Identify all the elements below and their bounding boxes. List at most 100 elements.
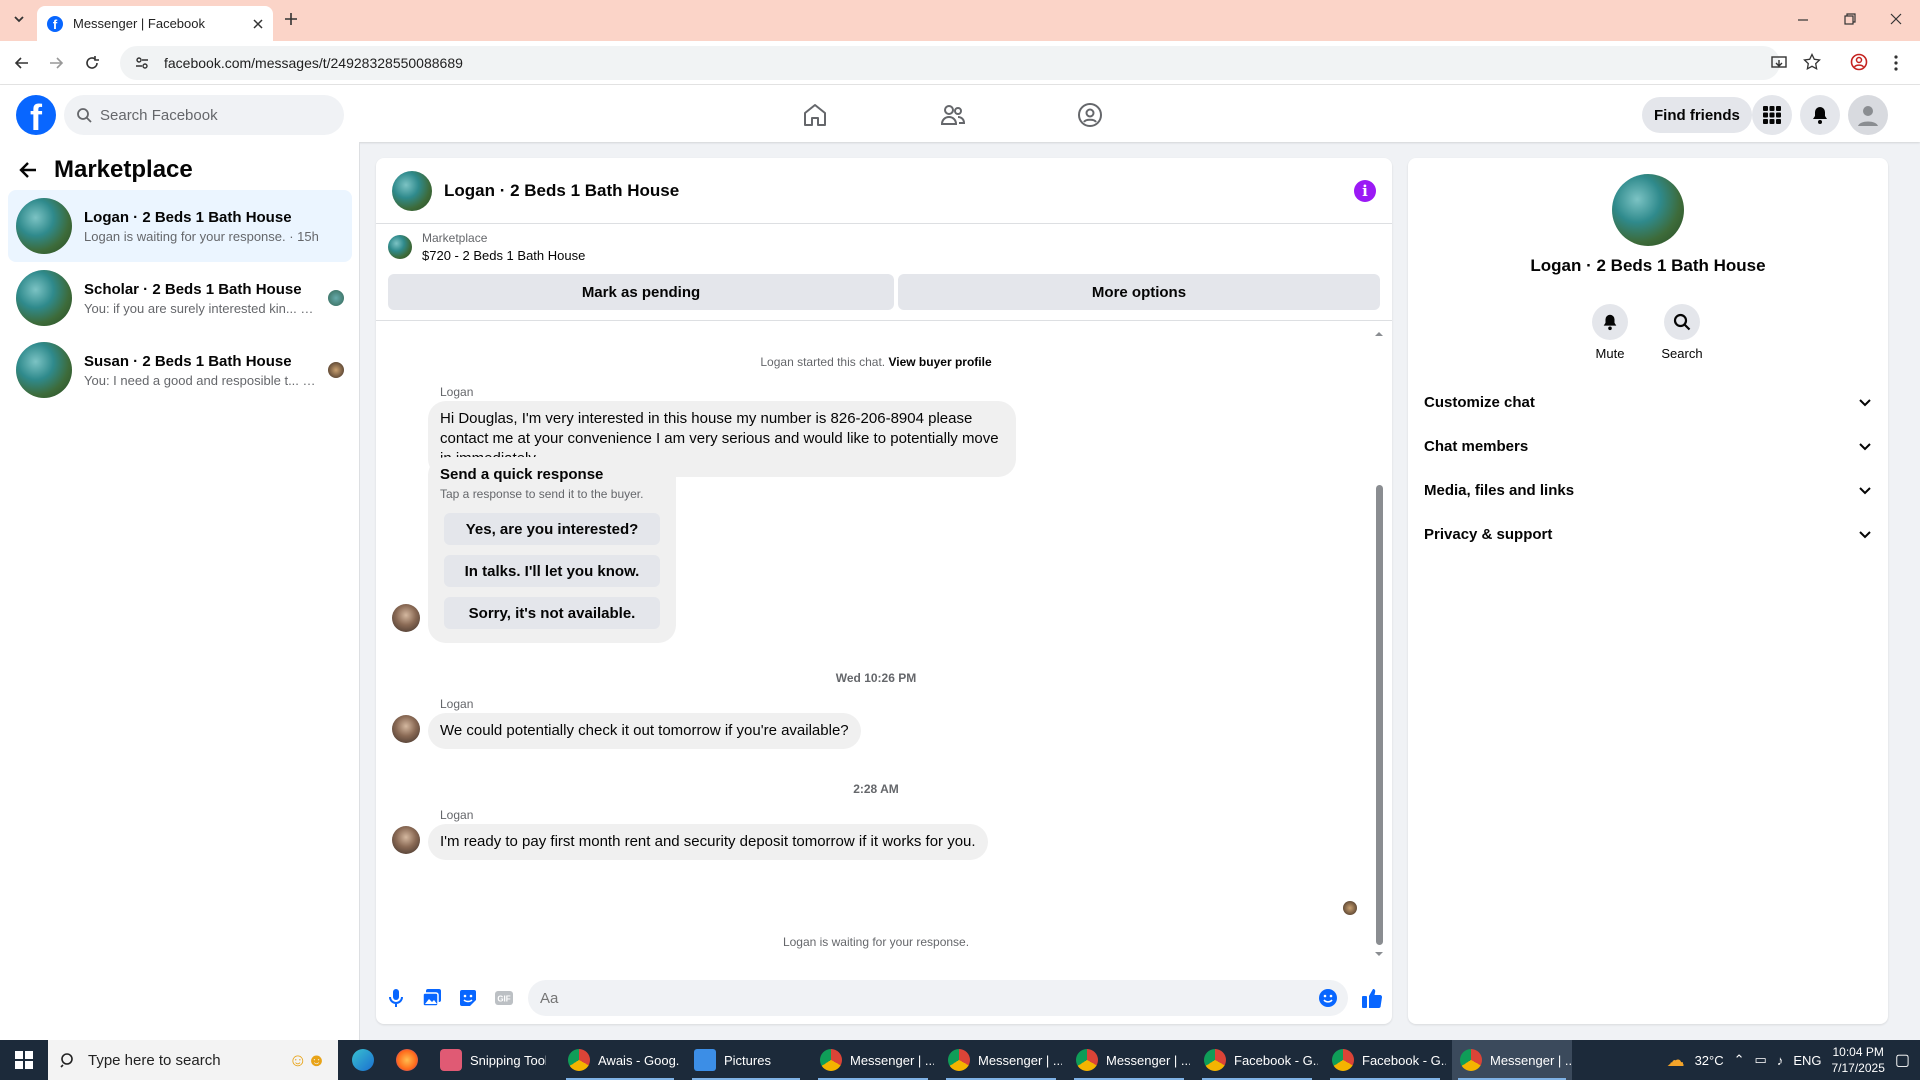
view-buyer-profile-link[interactable]: View buyer profile — [888, 355, 991, 369]
network-icon[interactable]: ▭ — [1755, 1052, 1767, 1068]
microphone-icon[interactable] — [384, 986, 408, 1010]
search-icon — [1664, 304, 1700, 340]
scrollbar-thumb[interactable] — [1376, 485, 1383, 945]
groups-icon[interactable] — [1070, 95, 1110, 135]
message-input[interactable] — [528, 980, 1348, 1016]
weather-icon[interactable]: ☁ — [1667, 1050, 1685, 1071]
quick-response-option[interactable]: In talks. I'll let you know. — [444, 555, 660, 587]
listing-summary[interactable]: Marketplace $720 - 2 Beds 1 Bath House — [388, 231, 585, 263]
notifications-icon[interactable]: ▢ — [1895, 1050, 1910, 1070]
facebook-search[interactable]: Search Facebook — [64, 95, 344, 135]
sender-avatar[interactable] — [392, 604, 420, 632]
forward-icon[interactable] — [48, 55, 64, 71]
edge-icon[interactable] — [344, 1040, 378, 1080]
chat-avatar[interactable] — [392, 170, 432, 211]
taskbar-app-chrome[interactable]: Messenger | ... — [940, 1040, 1062, 1080]
friends-icon[interactable] — [933, 95, 973, 135]
contact-avatar[interactable] — [1612, 174, 1684, 246]
profile-icon[interactable] — [1850, 53, 1868, 71]
quick-response-title: Send a quick response — [440, 466, 604, 483]
temperature[interactable]: 32°C — [1695, 1053, 1724, 1068]
mute-button[interactable]: Mute — [1580, 304, 1640, 361]
find-friends-button[interactable]: Find friends — [1642, 97, 1752, 133]
tab-list-chevron-icon[interactable] — [12, 12, 26, 26]
notifications-bell-icon[interactable] — [1800, 95, 1840, 135]
waiting-note: Logan is waiting for your response. — [782, 935, 970, 949]
search-button[interactable]: Search — [1652, 304, 1712, 361]
sender-avatar[interactable] — [392, 826, 420, 854]
taskbar-app-snipping-tool[interactable]: Snipping Tool — [432, 1040, 546, 1080]
listing-price: $720 - 2 Beds 1 Bath House — [422, 248, 586, 263]
taskbar-app-chrome[interactable]: Messenger | ... — [1068, 1040, 1190, 1080]
new-tab-icon[interactable] — [284, 12, 298, 26]
section-label: Chat members — [1424, 437, 1529, 455]
taskbar-app-chrome[interactable]: Facebook - G... — [1324, 1040, 1446, 1080]
more-options-button[interactable]: More options — [898, 274, 1380, 310]
quick-response-option[interactable]: Sorry, it's not available. — [444, 597, 660, 629]
message-scrollbar[interactable] — [1374, 329, 1384, 959]
message-bubble: We could potentially check it out tomorr… — [428, 713, 861, 749]
customize-chat-section[interactable]: Customize chat — [1424, 380, 1872, 424]
search-placeholder: Search Facebook — [100, 106, 218, 124]
conversation-item[interactable]: Susan · 2 Beds 1 Bath House You: I need … — [8, 334, 352, 406]
reload-icon[interactable] — [84, 55, 100, 71]
back-arrow-icon[interactable] — [18, 160, 38, 180]
install-app-icon[interactable] — [1770, 54, 1788, 72]
privacy-support-section[interactable]: Privacy & support — [1424, 512, 1872, 556]
taskbar-app-chrome-active[interactable]: Messenger | ... — [1452, 1040, 1572, 1080]
sticker-icon[interactable] — [456, 986, 480, 1010]
marketplace-sidebar: Marketplace Logan · 2 Beds 1 Bath House … — [0, 142, 360, 1040]
taskbar-app-label: Facebook - G... — [1362, 1052, 1446, 1068]
search-label: Search — [1661, 346, 1703, 361]
sender-avatar[interactable] — [392, 715, 420, 743]
chat-title[interactable]: Logan · 2 Beds 1 Bath House — [444, 181, 1342, 201]
thumbs-up-icon[interactable] — [1360, 986, 1384, 1010]
restore-icon[interactable] — [1844, 13, 1856, 25]
browser-toolbar: facebook.com/messages/t/2492832855008868… — [0, 41, 1920, 85]
minimize-icon[interactable] — [1797, 14, 1809, 26]
facebook-header: f Search Facebook Find friends — [0, 85, 1920, 142]
language-indicator[interactable]: ENG — [1793, 1053, 1821, 1068]
address-bar[interactable]: facebook.com/messages/t/2492832855008868… — [120, 46, 1780, 80]
facebook-logo-icon[interactable]: f — [16, 95, 56, 135]
windows-start-icon[interactable] — [0, 1040, 48, 1080]
search-icon — [60, 1052, 76, 1068]
conversation-item[interactable]: Scholar · 2 Beds 1 Bath House You: if yo… — [8, 262, 352, 334]
volume-icon[interactable]: ♪ — [1777, 1053, 1784, 1068]
close-window-icon[interactable] — [1890, 13, 1902, 25]
firefox-icon[interactable] — [388, 1040, 422, 1080]
emoji-icon[interactable] — [1318, 988, 1338, 1008]
bookmark-star-icon[interactable] — [1803, 53, 1821, 71]
conversation-preview-row: You: I need a good and resposible t... ·… — [84, 373, 316, 388]
account-avatar[interactable] — [1848, 95, 1888, 135]
message-input-wrapper — [528, 980, 1348, 1016]
taskbar-app-chrome[interactable]: Awais - Goog... — [560, 1040, 680, 1080]
seen-avatar — [328, 362, 344, 378]
back-icon[interactable] — [14, 55, 30, 71]
taskbar-search[interactable]: Type here to search ☺☻ — [48, 1040, 338, 1080]
browser-menu-icon[interactable] — [1893, 54, 1899, 72]
gif-icon[interactable]: GIF — [492, 986, 516, 1010]
tab-title: Messenger | Facebook — [73, 16, 205, 31]
media-files-links-section[interactable]: Media, files and links — [1424, 468, 1872, 512]
site-info-icon[interactable] — [134, 55, 150, 71]
clock[interactable]: 10:04 PM 7/17/2025 — [1831, 1044, 1884, 1076]
message-sender: Logan — [440, 808, 474, 822]
conversation-preview: Logan is waiting for your response. · 15… — [84, 228, 319, 244]
info-icon[interactable]: i — [1354, 179, 1376, 202]
browser-tab[interactable]: f Messenger | Facebook — [37, 6, 273, 41]
taskbar-app-label: Messenger | ... — [850, 1052, 934, 1068]
menu-grid-icon[interactable] — [1752, 95, 1792, 135]
close-tab-icon[interactable] — [253, 18, 263, 29]
conversation-item[interactable]: Logan · 2 Beds 1 Bath House Logan is wai… — [8, 190, 352, 262]
taskbar-app-pictures[interactable]: Pictures — [686, 1040, 806, 1080]
quick-response-option[interactable]: Yes, are you interested? — [444, 513, 660, 545]
mark-as-pending-button[interactable]: Mark as pending — [388, 274, 894, 310]
chat-members-section[interactable]: Chat members — [1424, 424, 1872, 468]
taskbar-app-chrome[interactable]: Messenger | ... — [812, 1040, 934, 1080]
conversation-avatar — [16, 270, 72, 326]
tray-chevron-up-icon[interactable]: ⌃ — [1734, 1052, 1745, 1068]
taskbar-app-chrome[interactable]: Facebook - G... — [1196, 1040, 1318, 1080]
home-icon[interactable] — [795, 95, 835, 135]
photo-icon[interactable] — [420, 986, 444, 1010]
